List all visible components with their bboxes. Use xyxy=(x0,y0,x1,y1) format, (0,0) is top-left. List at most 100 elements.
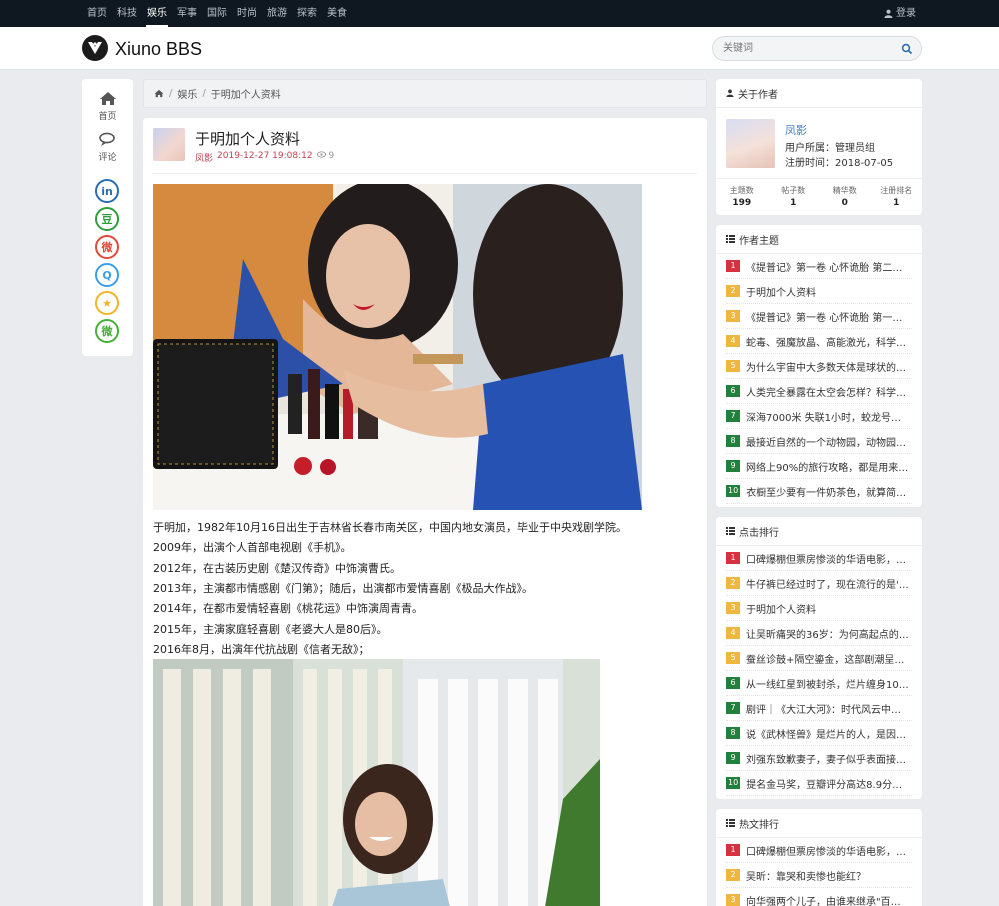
list-item-title[interactable]: 吴昕：靠哭和卖惨也能红？ xyxy=(746,868,866,883)
list-item[interactable]: 7 剧评｜《大江大河》：时代风云中… xyxy=(726,696,912,721)
eye-icon xyxy=(316,151,326,158)
list-item-title[interactable]: 《提普记》第一卷 心怀诡胎 第二章… xyxy=(746,259,910,274)
login-link[interactable]: 登录 xyxy=(884,0,916,27)
list-item[interactable]: 10 提名金马奖，豆瓣评分高达8.9分，… xyxy=(726,771,912,796)
stat-value: 199 xyxy=(732,198,752,208)
list-item[interactable]: 2 吴昕：靠哭和卖惨也能红？ xyxy=(726,863,912,888)
list-item-title[interactable]: 向华强两个儿子，由谁来继承"百亿"… xyxy=(746,893,910,906)
list-icon xyxy=(726,527,735,535)
list-item-title[interactable]: 剧评｜《大江大河》：时代风云中… xyxy=(746,701,901,716)
breadcrumb: / 娱乐 / 于明加个人资料 xyxy=(143,79,707,108)
list-item-title[interactable]: 衣橱至少要有一件奶茶色，就算简… xyxy=(746,484,906,499)
rank-badge: 6 xyxy=(726,385,740,397)
list-item[interactable]: 1 口碑爆棚但票房惨淡的华语电影，… xyxy=(726,838,912,863)
list-item[interactable]: 3 于明加个人资料 xyxy=(726,596,912,621)
breadcrumb-category[interactable]: 娱乐 xyxy=(177,86,197,101)
list-item-title[interactable]: 口碑爆棚但票房惨淡的华语电影，… xyxy=(746,551,906,566)
nav-home[interactable]: 首页 xyxy=(82,91,133,122)
topnav-item[interactable]: 首页 xyxy=(82,0,112,27)
linkedin-icon[interactable]: in xyxy=(95,179,119,203)
author-name[interactable]: 凤影 xyxy=(785,122,807,138)
post-author[interactable]: 凤影 xyxy=(195,151,213,164)
rank-badge: 2 xyxy=(726,577,740,589)
left-sidebar: 首页 评论 in 豆微 Q ★ 微 xyxy=(82,79,133,356)
rank-badge: 7 xyxy=(726,410,740,422)
search-box xyxy=(712,36,922,61)
list-icon xyxy=(726,819,735,827)
list-item-title[interactable]: 牛仔裤已经过时了，现在流行的是'… xyxy=(746,576,909,591)
list-item-title[interactable]: 深海7000米 失联1小时，蛟龙号在… xyxy=(746,409,910,424)
list-item-title[interactable]: 为什么宇宙中大多数天体是球状的… xyxy=(746,359,906,374)
qq-icon[interactable]: Q xyxy=(95,263,119,287)
post-paragraph: 于明加，1982年10月16日出生于吉林省长春市南关区，中国内地女演员，毕业于中… xyxy=(153,521,627,534)
list-item[interactable]: 6 人类完全暴露在太空会怎样？科学… xyxy=(726,379,912,404)
list-item[interactable]: 4 让吴昕痛哭的36岁：为何高起点的… xyxy=(726,621,912,646)
author-avatar[interactable] xyxy=(726,119,775,168)
author-register-date: 注册时间：2018-07-05 xyxy=(785,158,894,169)
rank-badge: 4 xyxy=(726,335,740,347)
topnav-item[interactable]: 军事 xyxy=(172,0,202,27)
list-item-title[interactable]: 网络上90%的旅行攻略，都是用来… xyxy=(746,459,908,474)
list-item-title[interactable]: 人类完全暴露在太空会怎样？科学… xyxy=(746,384,906,399)
topnav-item[interactable]: 时尚 xyxy=(232,0,262,27)
weibo-icon[interactable]: 微 xyxy=(95,235,119,259)
list-item-title[interactable]: 刘强东致歉妻子，妻子似乎表面接… xyxy=(746,751,906,766)
list-item-title[interactable]: 于明加个人资料 xyxy=(746,284,816,299)
list-item[interactable]: 2 于明加个人资料 xyxy=(726,279,912,304)
qzone-icon[interactable]: ★ xyxy=(95,291,119,315)
list-item[interactable]: 3 《提普记》第一卷 心怀诡胎 第一章… xyxy=(726,304,912,329)
wechat-icon[interactable]: 微 xyxy=(95,319,119,343)
topnav-item[interactable]: 美食 xyxy=(322,0,352,27)
topnav-item[interactable]: 国际 xyxy=(202,0,232,27)
list-item[interactable]: 4 蛇毒、强魔放晶、高能激光，科学… xyxy=(726,329,912,354)
post-title: 于明加个人资料 xyxy=(195,130,301,148)
list-item[interactable]: 10 衣橱至少要有一件奶茶色，就算简… xyxy=(726,479,912,504)
logo-icon[interactable] xyxy=(82,35,108,61)
list-item[interactable]: 9 刘强东致歉妻子，妻子似乎表面接… xyxy=(726,746,912,771)
list-item-title[interactable]: 让吴昕痛哭的36岁：为何高起点的… xyxy=(746,626,909,641)
list-item[interactable]: 1 口碑爆棚但票房惨淡的华语电影，… xyxy=(726,546,912,571)
search-input[interactable] xyxy=(713,37,883,60)
list-item[interactable]: 7 深海7000米 失联1小时，蛟龙号在… xyxy=(726,404,912,429)
home-icon[interactable] xyxy=(154,89,164,98)
card-header: 作者主题 xyxy=(716,225,922,254)
author-topics-heading: 作者主题 xyxy=(739,235,779,247)
list-item-title[interactable]: 从一线红星到被封杀，烂片缠身10… xyxy=(746,676,909,691)
rank-badge: 3 xyxy=(726,310,740,322)
list-item[interactable]: 2 牛仔裤已经过时了，现在流行的是'… xyxy=(726,571,912,596)
list-item[interactable]: 8 最接近自然的一个动物园，动物园… xyxy=(726,429,912,454)
topnav-item[interactable]: 旅游 xyxy=(262,0,292,27)
list-item-title[interactable]: 最接近自然的一个动物园，动物园… xyxy=(746,434,906,449)
avatar[interactable] xyxy=(153,128,185,161)
list-item-title[interactable]: 《提普记》第一卷 心怀诡胎 第一章… xyxy=(746,309,910,324)
rank-badge: 5 xyxy=(726,652,740,664)
list-item[interactable]: 9 网络上90%的旅行攻略，都是用来… xyxy=(726,454,912,479)
list-item[interactable]: 5 为什么宇宙中大多数天体是球状的… xyxy=(726,354,912,379)
list-item-title[interactable]: 蛇毒、强魔放晶、高能激光，科学… xyxy=(746,334,906,349)
author-stat: 精华数 0 xyxy=(819,179,871,213)
post-paragraph: 2014年，在都市爱情轻喜剧《桃花运》中饰演周青青。 xyxy=(153,602,423,616)
author-stats: 主题数 199 帖子数 1 精华数 0 注册排名 1 xyxy=(716,178,922,213)
divider xyxy=(153,173,697,174)
topnav-item[interactable]: 娱乐 xyxy=(142,0,172,27)
list-item[interactable]: 3 向华强两个儿子，由谁来继承"百亿"… xyxy=(726,888,912,906)
list-item-title[interactable]: 提名金马奖，豆瓣评分高达8.9分，… xyxy=(746,776,910,791)
list-item-title[interactable]: 口碑爆棚但票房惨淡的华语电影，… xyxy=(746,843,906,858)
topnav-item[interactable]: 科技 xyxy=(112,0,142,27)
list-item-title[interactable]: 于明加个人资料 xyxy=(746,601,816,616)
douban-icon[interactable]: 豆 xyxy=(95,207,119,231)
site-logo-text[interactable]: Xiuno BBS xyxy=(115,38,202,60)
list-item-title[interactable]: 蚕丝诊鼓+隔空鎏金，这部剧潮呈现… xyxy=(746,651,910,666)
nav-comment[interactable]: 评论 xyxy=(82,132,133,163)
list-item[interactable]: 1 《提普记》第一卷 心怀诡胎 第二章… xyxy=(726,254,912,279)
rank-badge: 9 xyxy=(726,460,740,472)
user-icon xyxy=(726,89,734,97)
list-item[interactable]: 8 说《武林怪兽》是烂片的人，是因… xyxy=(726,721,912,746)
list-item[interactable]: 5 蚕丝诊鼓+隔空鎏金，这部剧潮呈现… xyxy=(726,646,912,671)
rank-badge: 2 xyxy=(726,285,740,297)
list-item-title[interactable]: 说《武林怪兽》是烂片的人，是因… xyxy=(746,726,906,741)
search-icon[interactable] xyxy=(901,43,913,55)
list-item[interactable]: 6 从一线红星到被封杀，烂片缠身10… xyxy=(726,671,912,696)
topnav-item[interactable]: 探索 xyxy=(292,0,322,27)
stat-label: 注册排名 xyxy=(880,186,913,195)
